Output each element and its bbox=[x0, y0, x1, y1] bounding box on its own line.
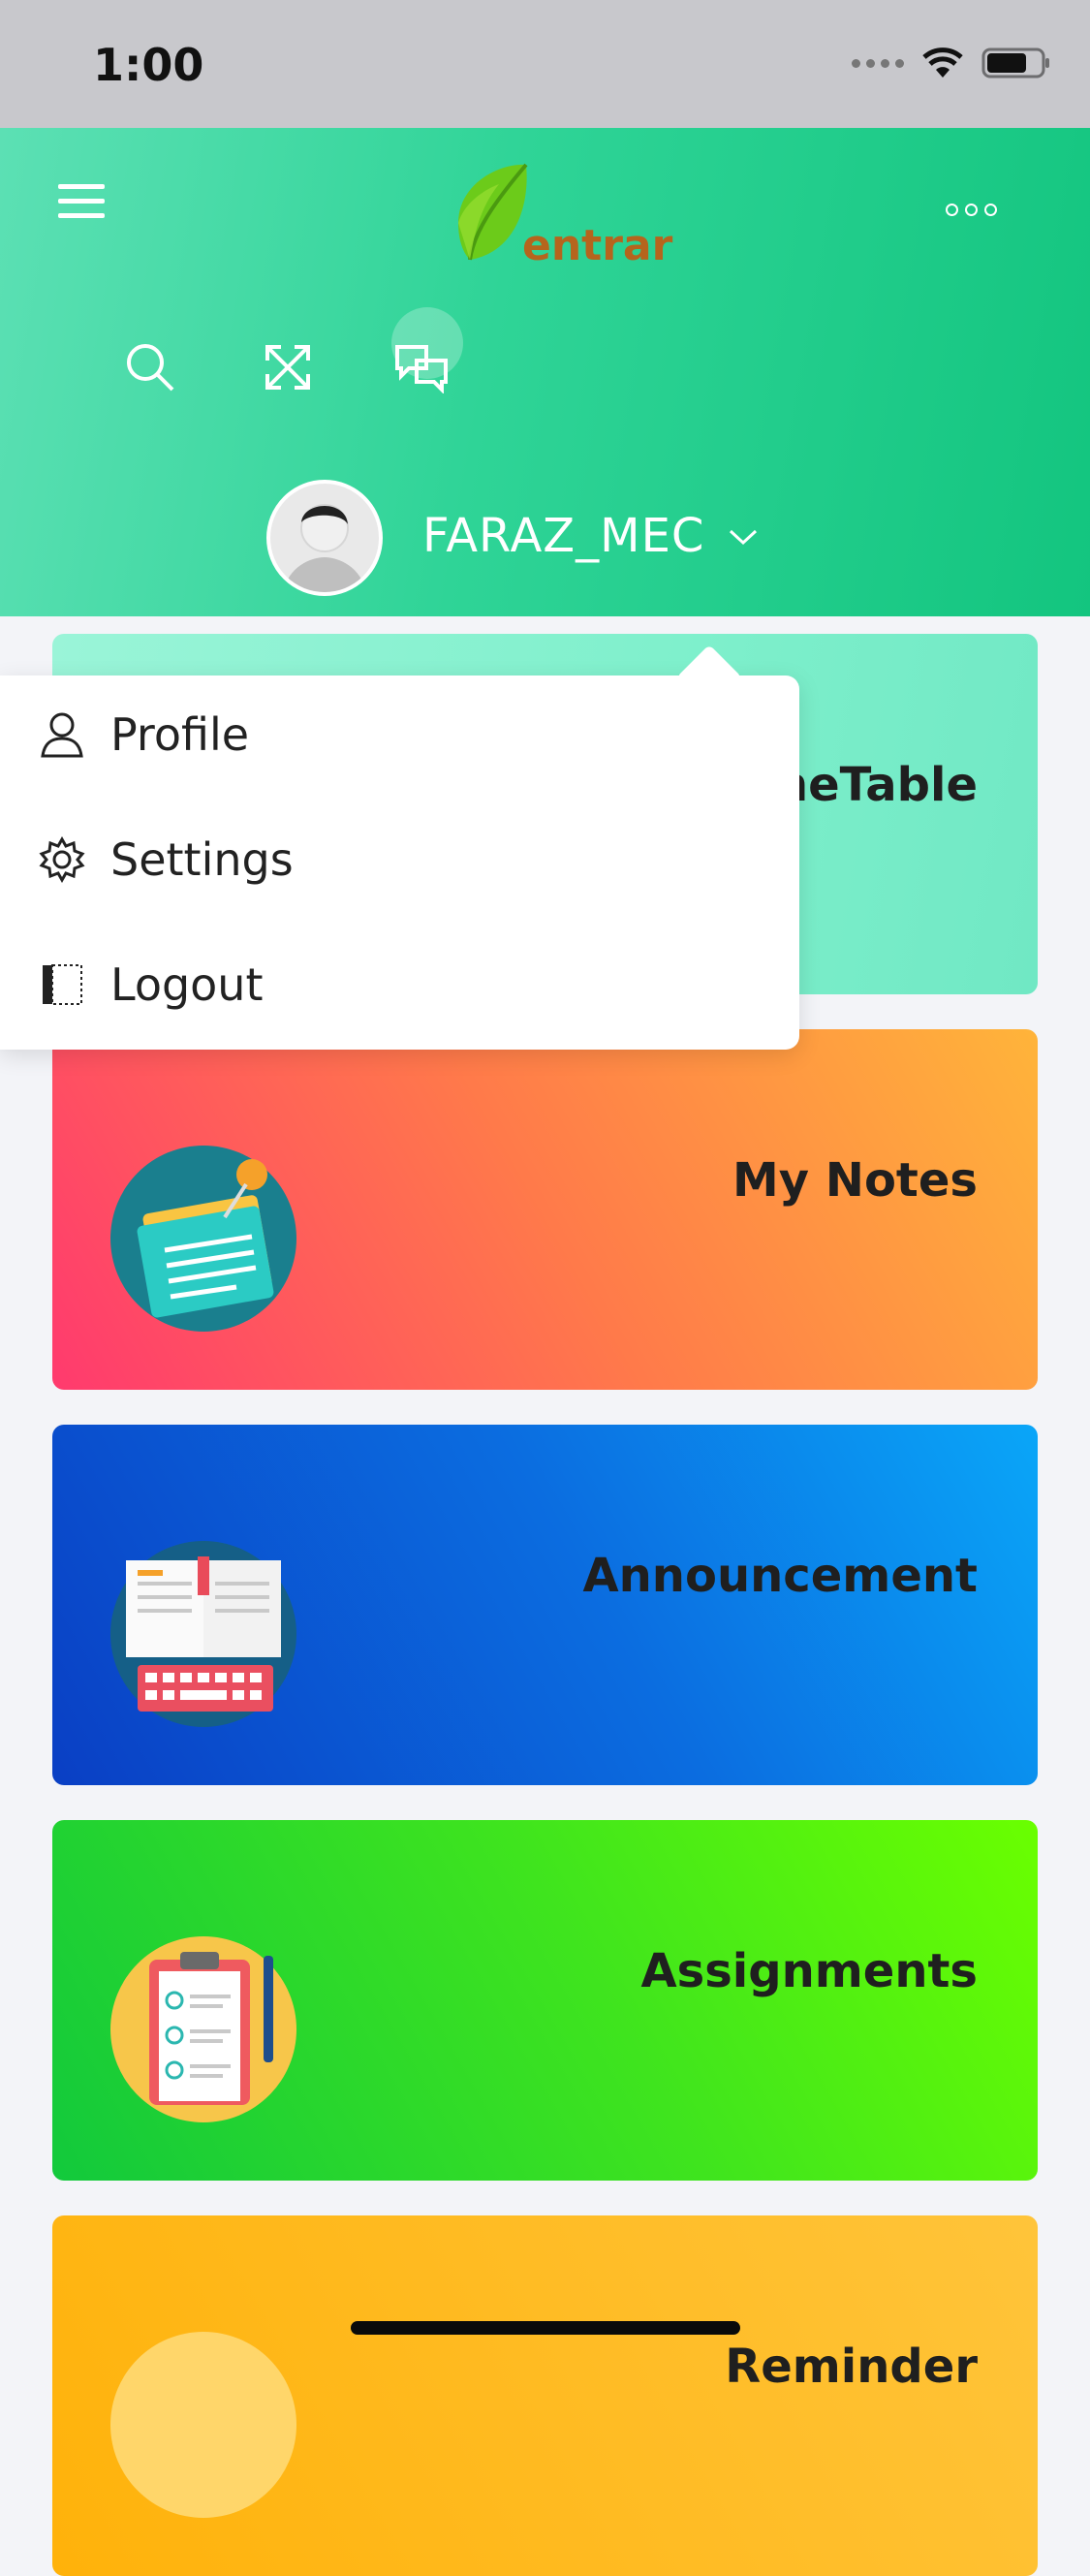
battery-icon bbox=[981, 47, 1049, 79]
reminder-icon bbox=[110, 2332, 296, 2518]
avatar[interactable] bbox=[266, 480, 383, 596]
menu-item-label: Settings bbox=[110, 833, 294, 886]
app-header: entrar FARAZ_MEC bbox=[0, 128, 1090, 616]
chat-icon[interactable] bbox=[393, 341, 450, 393]
status-bar: 1:00 bbox=[0, 0, 1090, 128]
profile-dropdown-menu: Profile Settings Logout bbox=[0, 644, 799, 1050]
card-my-notes[interactable]: My Notes bbox=[52, 1029, 1038, 1390]
username[interactable]: FARAZ_MEC bbox=[422, 509, 704, 563]
status-time: 1:00 bbox=[93, 39, 204, 91]
card-reminder[interactable]: Reminder bbox=[52, 2215, 1038, 2576]
signal-icon bbox=[852, 58, 904, 68]
menu-item-label: Profile bbox=[110, 708, 250, 761]
menu-icon[interactable] bbox=[58, 184, 105, 228]
card-announcement[interactable]: Announcement bbox=[52, 1425, 1038, 1785]
gear-icon bbox=[39, 836, 85, 883]
menu-item-settings[interactable]: Settings bbox=[39, 833, 294, 886]
card-assignments[interactable]: Assignments bbox=[52, 1820, 1038, 2181]
user-avatar-icon bbox=[283, 504, 366, 592]
logo-text: entrar bbox=[522, 221, 673, 270]
person-icon bbox=[41, 712, 83, 758]
fullscreen-icon[interactable] bbox=[262, 341, 314, 393]
wifi-icon bbox=[922, 47, 963, 78]
menu-item-label: Logout bbox=[110, 958, 264, 1011]
menu-item-logout[interactable]: Logout bbox=[39, 958, 264, 1011]
card-title: Reminder bbox=[725, 2340, 978, 2394]
assignments-icon bbox=[110, 1936, 296, 2122]
card-title: My Notes bbox=[732, 1153, 978, 1208]
card-title: Assignments bbox=[640, 1944, 978, 1998]
announcement-icon bbox=[110, 1541, 296, 1727]
more-options-icon[interactable] bbox=[946, 204, 997, 216]
card-title: Announcement bbox=[582, 1549, 978, 1603]
app-logo: entrar bbox=[441, 155, 673, 281]
logout-icon bbox=[43, 964, 82, 1005]
card-title: neTable bbox=[774, 758, 978, 812]
search-icon[interactable] bbox=[124, 341, 176, 393]
notes-icon bbox=[110, 1146, 296, 1332]
status-icons bbox=[852, 47, 1051, 79]
menu-item-profile[interactable]: Profile bbox=[39, 708, 249, 761]
home-indicator[interactable] bbox=[351, 2321, 740, 2335]
chevron-down-icon[interactable] bbox=[729, 527, 758, 547]
